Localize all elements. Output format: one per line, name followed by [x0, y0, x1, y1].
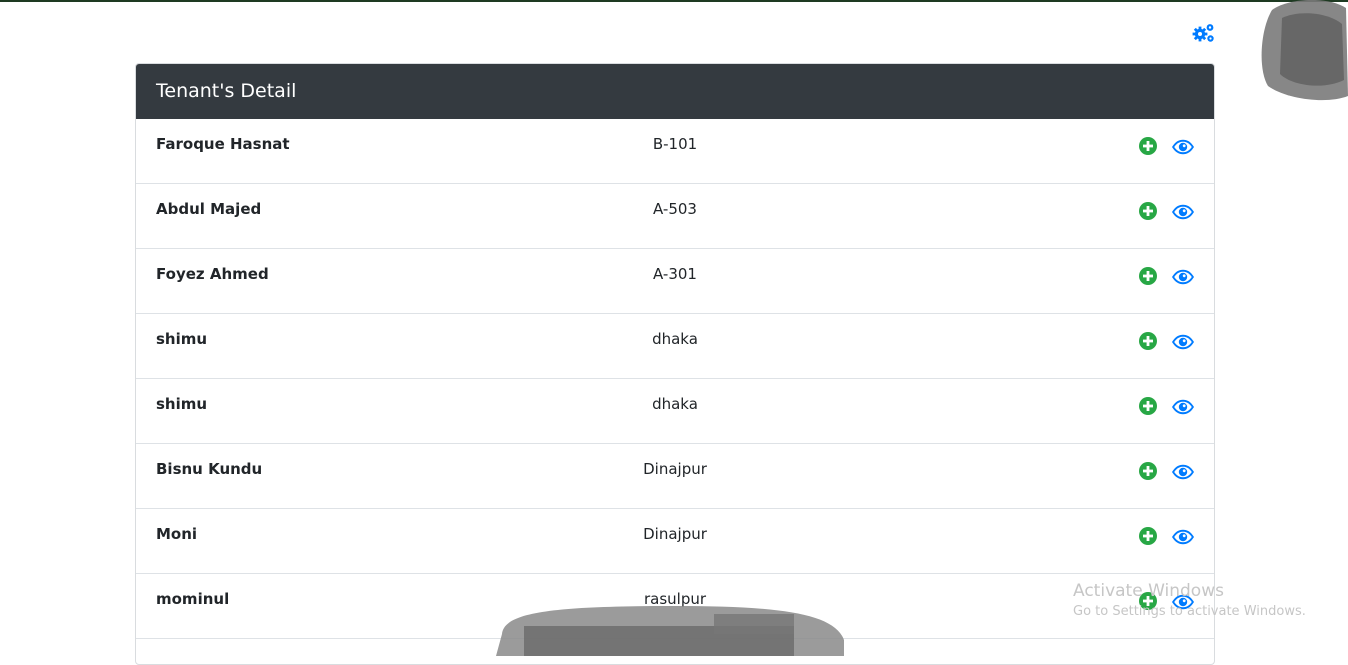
plus-circle-icon[interactable]	[1139, 592, 1157, 610]
redaction-scribble	[496, 606, 844, 656]
plus-circle-icon[interactable]	[1139, 267, 1157, 285]
tenant-unit: B-101	[652, 135, 698, 153]
eye-icon[interactable]	[1171, 464, 1195, 480]
tenant-unit: Dinajpur	[643, 460, 707, 478]
tenant-unit: A-503	[653, 200, 697, 218]
plus-circle-icon[interactable]	[1139, 332, 1157, 350]
eye-icon[interactable]	[1171, 399, 1195, 415]
table-row: shimu dhaka	[136, 379, 1214, 444]
eye-icon[interactable]	[1171, 334, 1195, 350]
tenant-unit: dhaka	[652, 395, 698, 413]
plus-circle-icon[interactable]	[1139, 527, 1157, 545]
redaction-scribble	[1261, 0, 1348, 101]
plus-circle-icon[interactable]	[1139, 397, 1157, 415]
eye-icon[interactable]	[1171, 269, 1195, 285]
table-row: shimu dhaka	[136, 314, 1214, 379]
tenant-unit: Dinajpur	[643, 525, 707, 543]
eye-icon[interactable]	[1171, 139, 1195, 155]
tenant-name: Faroque Hasnat	[156, 135, 290, 153]
tenant-unit: dhaka	[652, 330, 698, 348]
tenant-name: shimu	[156, 330, 208, 348]
tenant-name: Foyez Ahmed	[156, 265, 269, 283]
table-row: Moni Dinajpur	[136, 509, 1214, 574]
table-row: Bisnu Kundu Dinajpur	[136, 444, 1214, 509]
tenant-name: Moni	[156, 525, 198, 543]
gears-icon[interactable]	[1192, 22, 1216, 44]
top-border	[0, 0, 1348, 2]
eye-icon[interactable]	[1171, 204, 1195, 220]
plus-circle-icon[interactable]	[1139, 462, 1157, 480]
tenant-name: Bisnu Kundu	[156, 460, 263, 478]
tenant-name: mominul	[156, 590, 230, 608]
tenant-unit: A-301	[653, 265, 697, 283]
card-header: Tenant's Detail	[136, 64, 1214, 119]
tenant-name: Abdul Majed	[156, 200, 262, 218]
table-row: Faroque Hasnat B-101	[136, 119, 1214, 184]
tenant-name: shimu	[156, 395, 208, 413]
tenant-card: Tenant's Detail Faroque Hasnat B-101 Abdul…	[135, 63, 1215, 665]
table-row: Abdul Majed A-503	[136, 184, 1214, 249]
eye-icon[interactable]	[1171, 529, 1195, 545]
eye-icon[interactable]	[1171, 594, 1195, 610]
plus-circle-icon[interactable]	[1139, 137, 1157, 155]
tenant-list: Faroque Hasnat B-101 Abdul Majed A-503 Foyez…	[136, 119, 1214, 639]
table-row: Foyez Ahmed A-301	[136, 249, 1214, 314]
plus-circle-icon[interactable]	[1139, 202, 1157, 220]
